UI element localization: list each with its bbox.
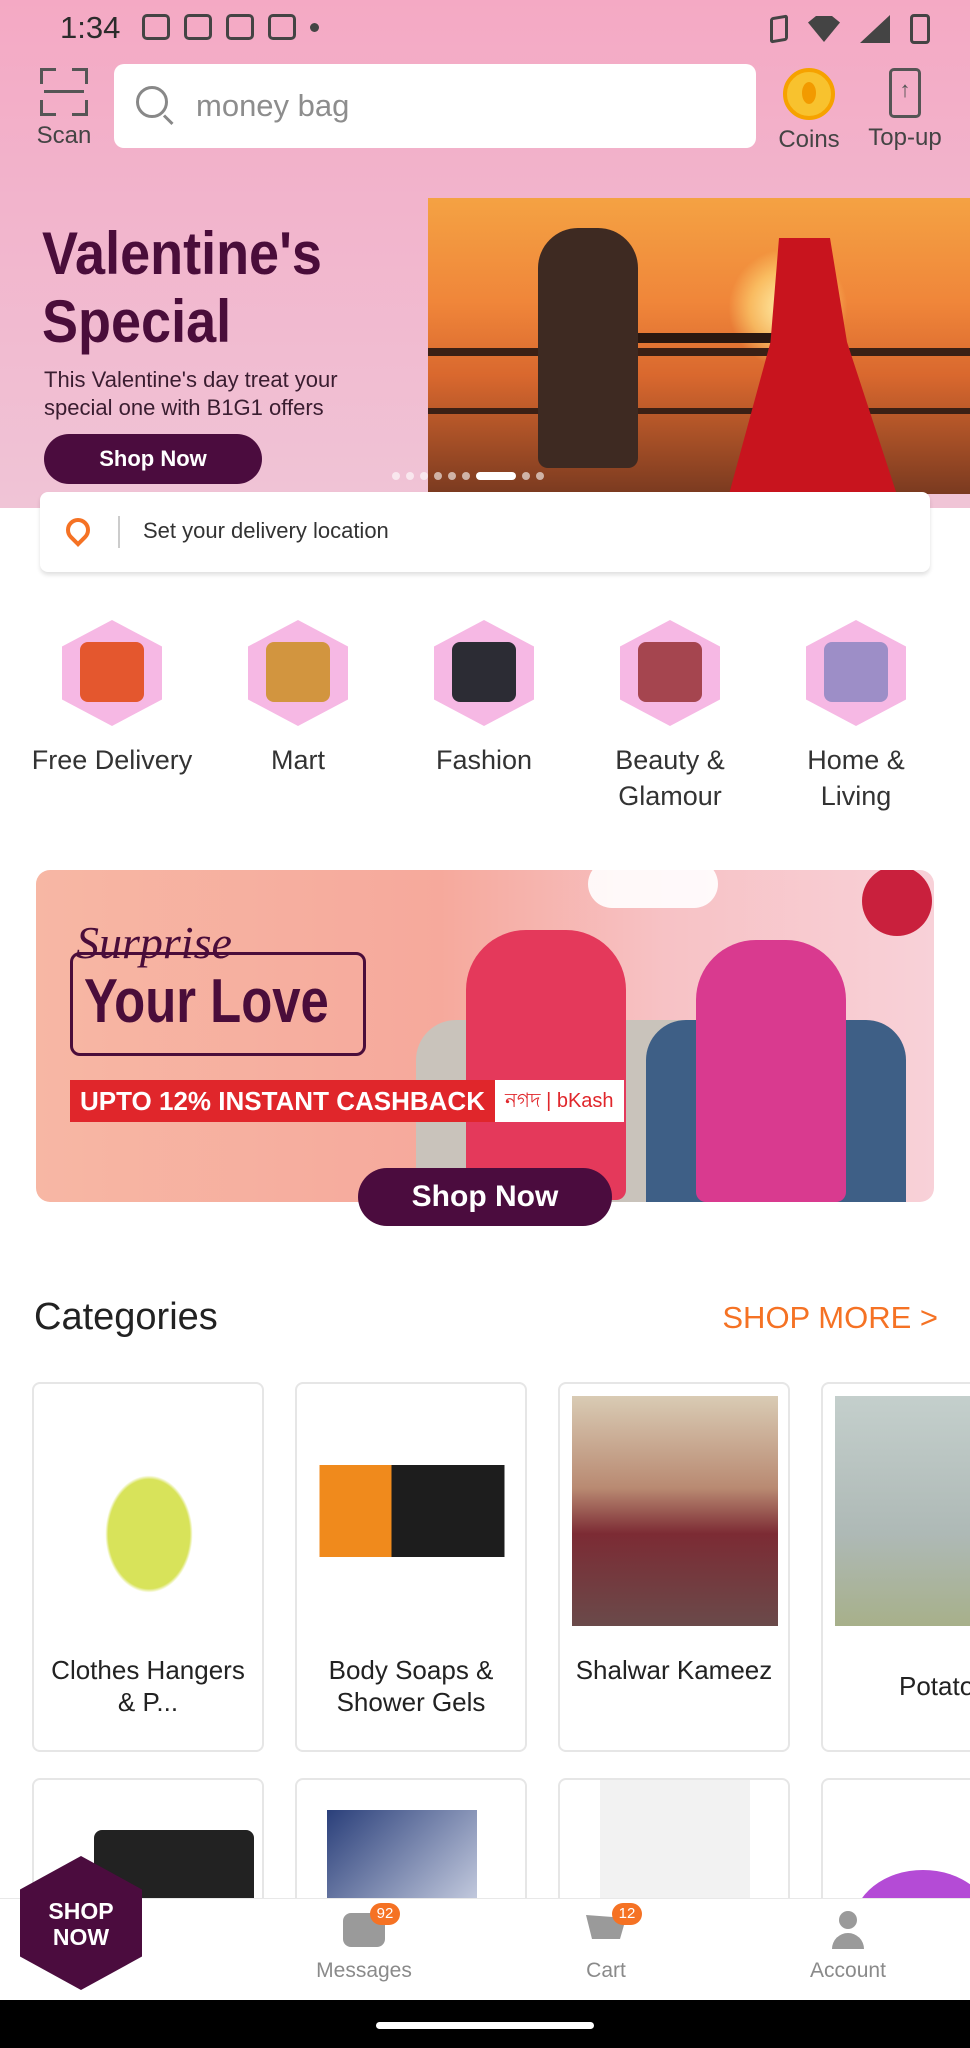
nav-label: Cart <box>586 1959 626 1982</box>
nav-label: Account <box>810 1959 886 1982</box>
grocery-basket-icon <box>248 620 348 726</box>
coins-button[interactable]: Coins <box>774 68 844 154</box>
quick-category-beauty[interactable]: Beauty & Glamour <box>585 620 755 814</box>
scan-icon <box>40 68 88 116</box>
home-gesture-bar[interactable] <box>376 2022 594 2029</box>
hero-subtitle: This Valentine's day treat your special … <box>44 367 338 420</box>
delivery-location-bar[interactable]: Set your delivery location <box>40 492 930 572</box>
cashback-text: UPTO 12% INSTANT CASHBACK <box>70 1080 495 1122</box>
scan-label: Scan <box>36 122 92 149</box>
quick-category-label: Home & Living <box>807 745 905 811</box>
scan-button[interactable]: Scan <box>34 68 94 149</box>
soap-image <box>309 1396 515 1626</box>
hero-title: Valentine's Special <box>42 220 322 355</box>
topup-button[interactable]: Top-up <box>862 68 948 152</box>
quick-category-label: Mart <box>271 745 325 775</box>
system-icons <box>770 14 930 44</box>
topup-label: Top-up <box>868 124 942 151</box>
status-time: 1:34 <box>60 10 121 45</box>
nav-account[interactable]: Account <box>768 1911 928 1983</box>
divider <box>118 516 120 548</box>
hero-banner[interactable]: Valentine's Special This Valentine's day… <box>0 198 970 494</box>
nav-cart[interactable]: 12 Cart <box>526 1903 686 1983</box>
cart-icon: 12 <box>584 1903 642 1951</box>
location-pin-icon <box>61 513 95 547</box>
status-bar: 1:34 <box>0 0 970 56</box>
quick-category-label: Free Delivery <box>31 745 193 775</box>
category-card-body-soaps[interactable]: Body Soaps & Shower Gels <box>295 1382 527 1752</box>
category-name: Shalwar Kameez <box>575 1655 773 1685</box>
messages-icon: 92 <box>342 1903 400 1951</box>
delivery-truck-icon <box>62 620 162 726</box>
quick-category-mart[interactable]: Mart <box>213 620 383 778</box>
battery-icon <box>910 14 930 44</box>
camera-icon <box>268 14 296 40</box>
nav-messages[interactable]: 92 Messages <box>284 1903 444 1983</box>
clothes-hanger-image <box>46 1396 252 1626</box>
search-bar[interactable] <box>114 64 756 148</box>
hero-couple-image <box>428 198 970 494</box>
bottom-navigation: 92 Messages 12 Cart Account <box>0 1898 970 2000</box>
app-screen: 1:34 Scan Coins To <box>0 0 970 2048</box>
payment-partners: নগদ | bKash <box>494 1080 624 1122</box>
search-input[interactable] <box>196 82 716 130</box>
quick-category-label: Beauty & Glamour <box>615 745 725 811</box>
quick-category-fashion[interactable]: Fashion <box>399 620 569 778</box>
search-icon <box>134 84 174 126</box>
quick-category-free-delivery[interactable]: Free Delivery <box>27 620 197 778</box>
delivery-location-text: Set your delivery location <box>143 518 389 543</box>
armchair-icon <box>806 620 906 726</box>
promo-shop-now-button[interactable]: Shop Now <box>358 1168 612 1226</box>
man-with-phone-image <box>466 930 626 1200</box>
wifi-icon <box>808 16 840 42</box>
camera-icon <box>226 14 254 40</box>
categories-title: Categories <box>34 1296 218 1338</box>
promo-title-line2: Your Love <box>84 967 329 1036</box>
woman-with-phone-image <box>696 940 846 1202</box>
category-name: Clothes Hangers & P... <box>51 1655 245 1717</box>
coin-icon <box>783 68 835 120</box>
instagram-icon <box>184 14 212 40</box>
floating-shop-now-label: SHOP NOW <box>48 1898 114 1950</box>
cloud-decoration <box>588 870 718 908</box>
signal-icon <box>860 15 890 43</box>
gmail-icon <box>142 14 170 40</box>
system-navigation-bar <box>0 2000 970 2048</box>
phone-topup-icon <box>889 68 921 118</box>
cart-badge: 12 <box>612 1903 642 1925</box>
account-icon <box>826 1911 870 1951</box>
promo-title-line1: Surprise <box>76 917 232 968</box>
quick-category-label: Fashion <box>435 745 533 775</box>
coins-label: Coins <box>778 126 840 153</box>
bluetooth-icon <box>770 14 788 44</box>
carousel-indicator <box>392 472 544 480</box>
promo-banner[interactable]: Surprise Your Love UPTO 12% INSTANT CASH… <box>36 870 934 1202</box>
category-name: Body Soaps & Shower Gels <box>328 1655 494 1717</box>
category-card-shalwar-kameez[interactable]: Shalwar Kameez <box>558 1382 790 1752</box>
shalwar-kameez-image <box>572 1396 778 1626</box>
cashback-badge: UPTO 12% INSTANT CASHBACK নগদ | bKash <box>70 1080 624 1122</box>
shop-more-link[interactable]: SHOP MORE > <box>722 1300 938 1336</box>
quick-category-home[interactable]: Home & Living <box>771 620 941 814</box>
category-card-potato[interactable]: Potato <box>821 1382 970 1752</box>
heart-balloon-icon <box>862 870 932 936</box>
cosmetics-icon <box>620 620 720 726</box>
hero-shop-now-button[interactable]: Shop Now <box>44 434 262 484</box>
lunch-box-image <box>835 1396 970 1626</box>
nav-label: Messages <box>316 1959 412 1982</box>
fashion-model-icon <box>434 620 534 726</box>
more-notifications-icon <box>310 23 319 32</box>
category-card-clothes-hangers[interactable]: Clothes Hangers & P... <box>32 1382 264 1752</box>
notification-icons <box>142 14 319 40</box>
messages-badge: 92 <box>370 1903 400 1925</box>
category-name: Potato <box>899 1671 970 1701</box>
